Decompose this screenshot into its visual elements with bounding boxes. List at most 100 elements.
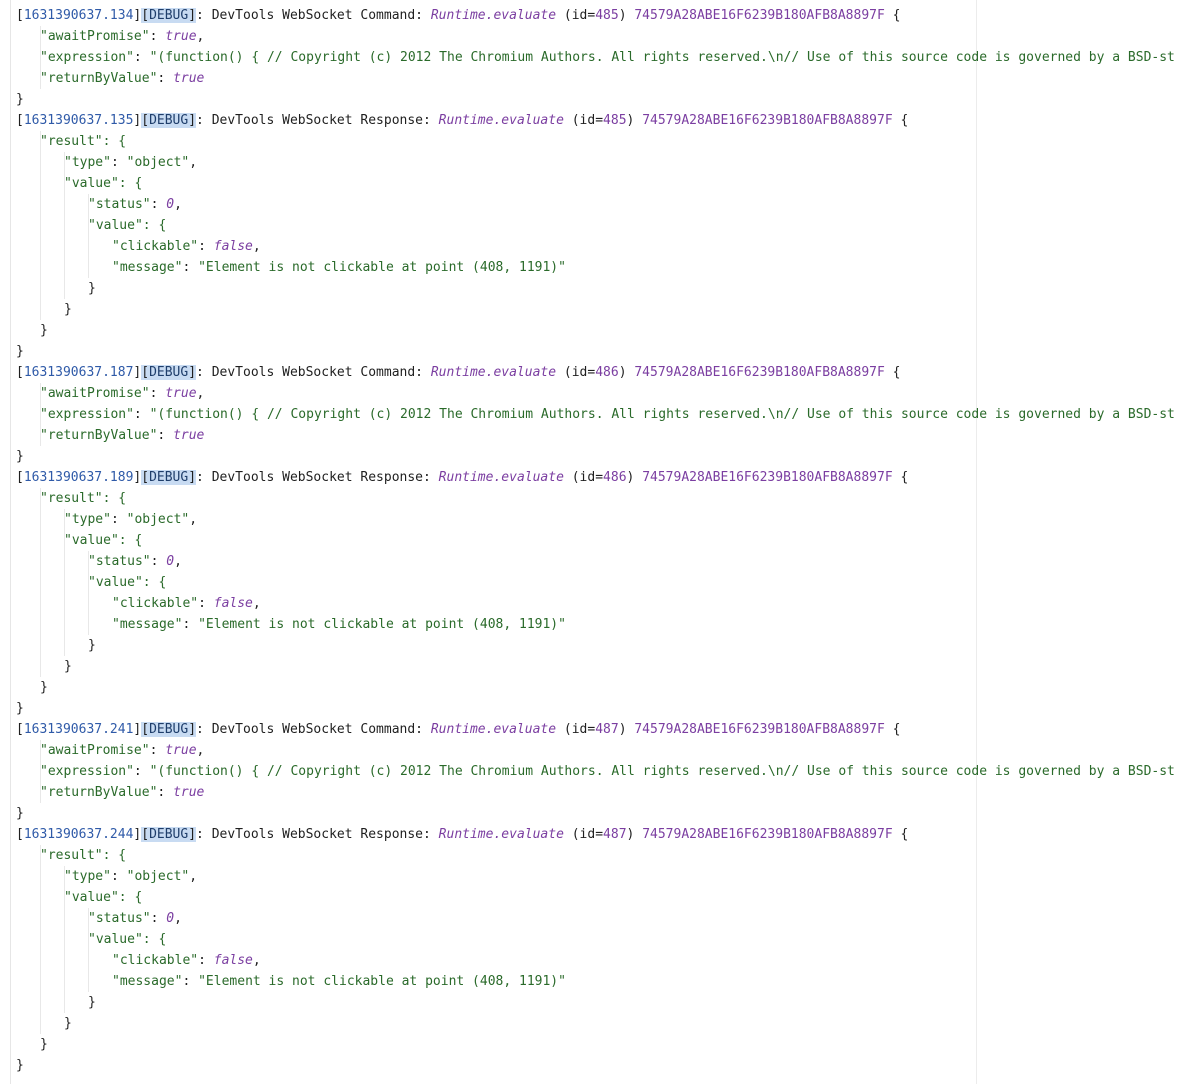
param-line[interactable]: "awaitPromise": true, [16,740,1198,761]
close-line[interactable]: } [16,320,1198,341]
log-entry-close[interactable]: } [16,341,1198,362]
punctuation: : [150,197,167,212]
log-entry-close[interactable]: } [16,803,1198,824]
close-line[interactable]: } [16,1034,1198,1055]
result-line[interactable]: "result": { [16,845,1198,866]
clickable-line[interactable]: "clickable": false, [16,593,1198,614]
punctuation: , [189,155,198,170]
param-key: "awaitPromise" [40,386,150,401]
log-message: DevTools WebSocket Response: [211,113,431,128]
close-line[interactable]: } [16,299,1198,320]
punctuation: } [88,638,96,653]
punctuation [885,365,893,380]
param-line[interactable]: "expression": "(function() { // Copyrigh… [16,761,1198,782]
param-separator: : [149,29,166,44]
punctuation: , [174,197,182,212]
indent-guide [40,845,41,866]
log-entry-header[interactable]: [1631390637.189][DEBUG]: DevTools WebSoc… [16,467,1198,488]
open-brace: { [900,470,909,485]
indent-guide [40,740,41,761]
type-line[interactable]: "type": "object", [16,866,1198,887]
close-line[interactable]: } [16,278,1198,299]
status-line[interactable]: "status": 0, [16,194,1198,215]
param-line[interactable]: "awaitPromise": true, [16,26,1198,47]
method-name: Runtime.evaluate [438,113,564,128]
result-line[interactable]: "result": { [16,131,1198,152]
punctuation: : [150,911,167,926]
punctuation [423,365,431,380]
punctuation: [ [16,113,24,128]
punctuation: [ [141,365,150,380]
punctuation [564,827,572,842]
param-trail: , [196,386,205,401]
param-value: true [173,71,205,86]
close-line[interactable]: } [16,635,1198,656]
close-line[interactable]: } [16,1013,1198,1034]
indent-guide [40,68,41,89]
param-line[interactable]: "awaitPromise": true, [16,383,1198,404]
value-line[interactable]: "value": { [16,530,1198,551]
debug-level-badge: [DEBUG] [141,827,197,842]
clickable-line[interactable]: "clickable": false, [16,236,1198,257]
punctuation: } [88,281,96,296]
indent-guide [64,614,65,635]
param-line[interactable]: "returnByValue": true [16,68,1198,89]
indent-guide [40,992,41,1013]
inner-value-line[interactable]: "value": { [16,929,1198,950]
punctuation: : [182,260,199,275]
log-entry-header[interactable]: [1631390637.244][DEBUG]: DevTools WebSoc… [16,824,1198,845]
log-message: DevTools WebSocket Command: [211,365,424,380]
log-entry-close[interactable]: } [16,89,1198,110]
message-value: "Element is not clickable at point (408,… [198,260,566,275]
message-line[interactable]: "message": "Element is not clickable at … [16,971,1198,992]
log-message: DevTools WebSocket Command: [211,8,424,23]
indent-guide [64,950,65,971]
status-line[interactable]: "status": 0, [16,551,1198,572]
type-value: "object" [126,155,190,170]
param-line[interactable]: "expression": "(function() { // Copyrigh… [16,404,1198,425]
type-line[interactable]: "type": "object", [16,152,1198,173]
status-line[interactable]: "status": 0, [16,908,1198,929]
log-entry-header[interactable]: [1631390637.135][DEBUG]: DevTools WebSoc… [16,110,1198,131]
method-name: Runtime.evaluate [430,365,557,380]
close-line[interactable]: } [16,992,1198,1013]
indent-guide [40,614,41,635]
clickable-line[interactable]: "clickable": false, [16,950,1198,971]
log-viewer[interactable]: [1631390637.134][DEBUG]: DevTools WebSoc… [0,0,1198,1084]
indent-guide [64,572,65,593]
punctuation [423,722,431,737]
param-line[interactable]: "returnByValue": true [16,782,1198,803]
log-entry-header[interactable]: [1631390637.241][DEBUG]: DevTools WebSoc… [16,719,1198,740]
punctuation: } [64,659,72,674]
inner-value-line[interactable]: "value": { [16,215,1198,236]
request-id: 486 [603,470,627,485]
indent-guide [40,488,41,509]
log-entry-close[interactable]: } [16,1055,1198,1076]
value-line[interactable]: "value": { [16,887,1198,908]
value-line[interactable]: "value": { [16,173,1198,194]
log-entry-header[interactable]: [1631390637.187][DEBUG]: DevTools WebSoc… [16,362,1198,383]
punctuation: ] [188,113,197,128]
debug-level-badge: [DEBUG] [141,8,197,23]
param-key: "expression" [40,407,134,422]
log-entry-close[interactable]: } [16,446,1198,467]
message-line[interactable]: "message": "Element is not clickable at … [16,257,1198,278]
request-id: 487 [595,722,619,737]
log-entry-close[interactable]: } [16,698,1198,719]
log-entry-header[interactable]: [1631390637.134][DEBUG]: DevTools WebSoc… [16,5,1198,26]
clickable-key: "clickable" [112,239,199,254]
param-line[interactable]: "expression": "(function() { // Copyrigh… [16,47,1198,68]
result-line[interactable]: "result": { [16,488,1198,509]
type-line[interactable]: "type": "object", [16,509,1198,530]
param-value: true [173,785,205,800]
message-line[interactable]: "message": "Element is not clickable at … [16,614,1198,635]
close-line[interactable]: } [16,677,1198,698]
close-line[interactable]: } [16,656,1198,677]
param-line[interactable]: "returnByValue": true [16,425,1198,446]
inner-value-key: "value": { [88,932,167,947]
param-value: "(function() { // Copyright (c) 2012 The… [149,764,1175,779]
log-level: DEBUG [149,365,189,380]
indent-guide [40,509,41,530]
inner-value-line[interactable]: "value": { [16,572,1198,593]
indent-guide [40,572,41,593]
